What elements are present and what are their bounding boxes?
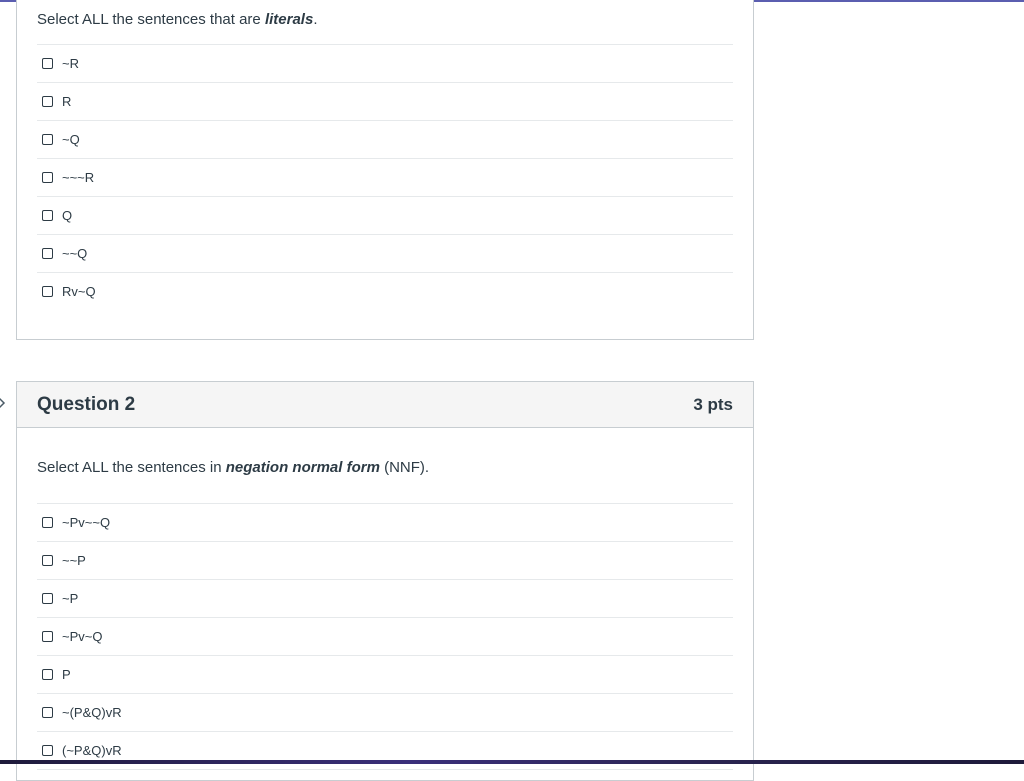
answer-checkbox[interactable] (42, 517, 53, 528)
answer-label: ~Pv~Q (62, 629, 103, 644)
question-2-answers: ~Pv~~Q ~~P ~P ~Pv~Q P ~(P&Q)vR (~P&Q)vR (37, 503, 733, 770)
answer-option[interactable]: ~Pv~Q (37, 618, 733, 656)
answer-option[interactable]: ~~P (37, 542, 733, 580)
answer-checkbox[interactable] (42, 669, 53, 680)
question-1-prompt: Select ALL the sentences that are litera… (37, 11, 318, 28)
answer-label: ~Pv~~Q (62, 515, 111, 530)
answer-label: ~~~R (62, 170, 95, 185)
answer-checkbox[interactable] (42, 593, 53, 604)
answer-label: ~Q (62, 132, 80, 147)
answer-label: ~R (62, 56, 79, 71)
answer-option[interactable]: Rv~Q (37, 273, 733, 310)
answer-option[interactable]: R (37, 83, 733, 121)
question-title: Question 2 (37, 393, 136, 415)
answer-label: P (62, 667, 71, 682)
question-2-card: Question 2 3 pts Select ALL the sentence… (16, 381, 754, 781)
answer-label: (~P&Q)vR (62, 743, 122, 758)
answer-option[interactable]: Q (37, 197, 733, 235)
answer-checkbox[interactable] (42, 172, 53, 183)
question-2-prompt: Select ALL the sentences in negation nor… (37, 459, 430, 476)
answer-option[interactable]: ~~Q (37, 235, 733, 273)
answer-checkbox[interactable] (42, 96, 53, 107)
answer-option[interactable]: ~~~R (37, 159, 733, 197)
answer-label: ~~Q (62, 246, 88, 261)
question-1-card: Select ALL the sentences that are litera… (16, 0, 754, 340)
question-2-header: Question 2 3 pts (17, 382, 753, 428)
answer-option[interactable]: ~Q (37, 121, 733, 159)
answer-checkbox[interactable] (42, 745, 53, 756)
taskbar-strip (0, 760, 1024, 764)
answer-option[interactable]: ~Pv~~Q (37, 504, 733, 542)
answer-checkbox[interactable] (42, 631, 53, 642)
answer-label: Rv~Q (62, 284, 96, 299)
answer-label: ~~P (62, 553, 86, 568)
answer-checkbox[interactable] (42, 134, 53, 145)
answer-checkbox[interactable] (42, 707, 53, 718)
question-points: 3 pts (693, 394, 733, 414)
answer-option[interactable]: ~R (37, 45, 733, 83)
answer-checkbox[interactable] (42, 248, 53, 259)
answer-option[interactable]: ~P (37, 580, 733, 618)
question-1-answers: ~R R ~Q ~~~R Q ~~Q Rv~Q (37, 44, 733, 310)
answer-label: Q (62, 208, 73, 223)
chevron-right-icon[interactable] (0, 395, 6, 411)
answer-option[interactable]: (~P&Q)vR (37, 732, 733, 770)
answer-checkbox[interactable] (42, 286, 53, 297)
answer-option[interactable]: ~(P&Q)vR (37, 694, 733, 732)
answer-label: ~(P&Q)vR (62, 705, 122, 720)
answer-checkbox[interactable] (42, 210, 53, 221)
answer-option[interactable]: P (37, 656, 733, 694)
answer-checkbox[interactable] (42, 555, 53, 566)
answer-checkbox[interactable] (42, 58, 53, 69)
answer-label: R (62, 94, 72, 109)
answer-label: ~P (62, 591, 79, 606)
